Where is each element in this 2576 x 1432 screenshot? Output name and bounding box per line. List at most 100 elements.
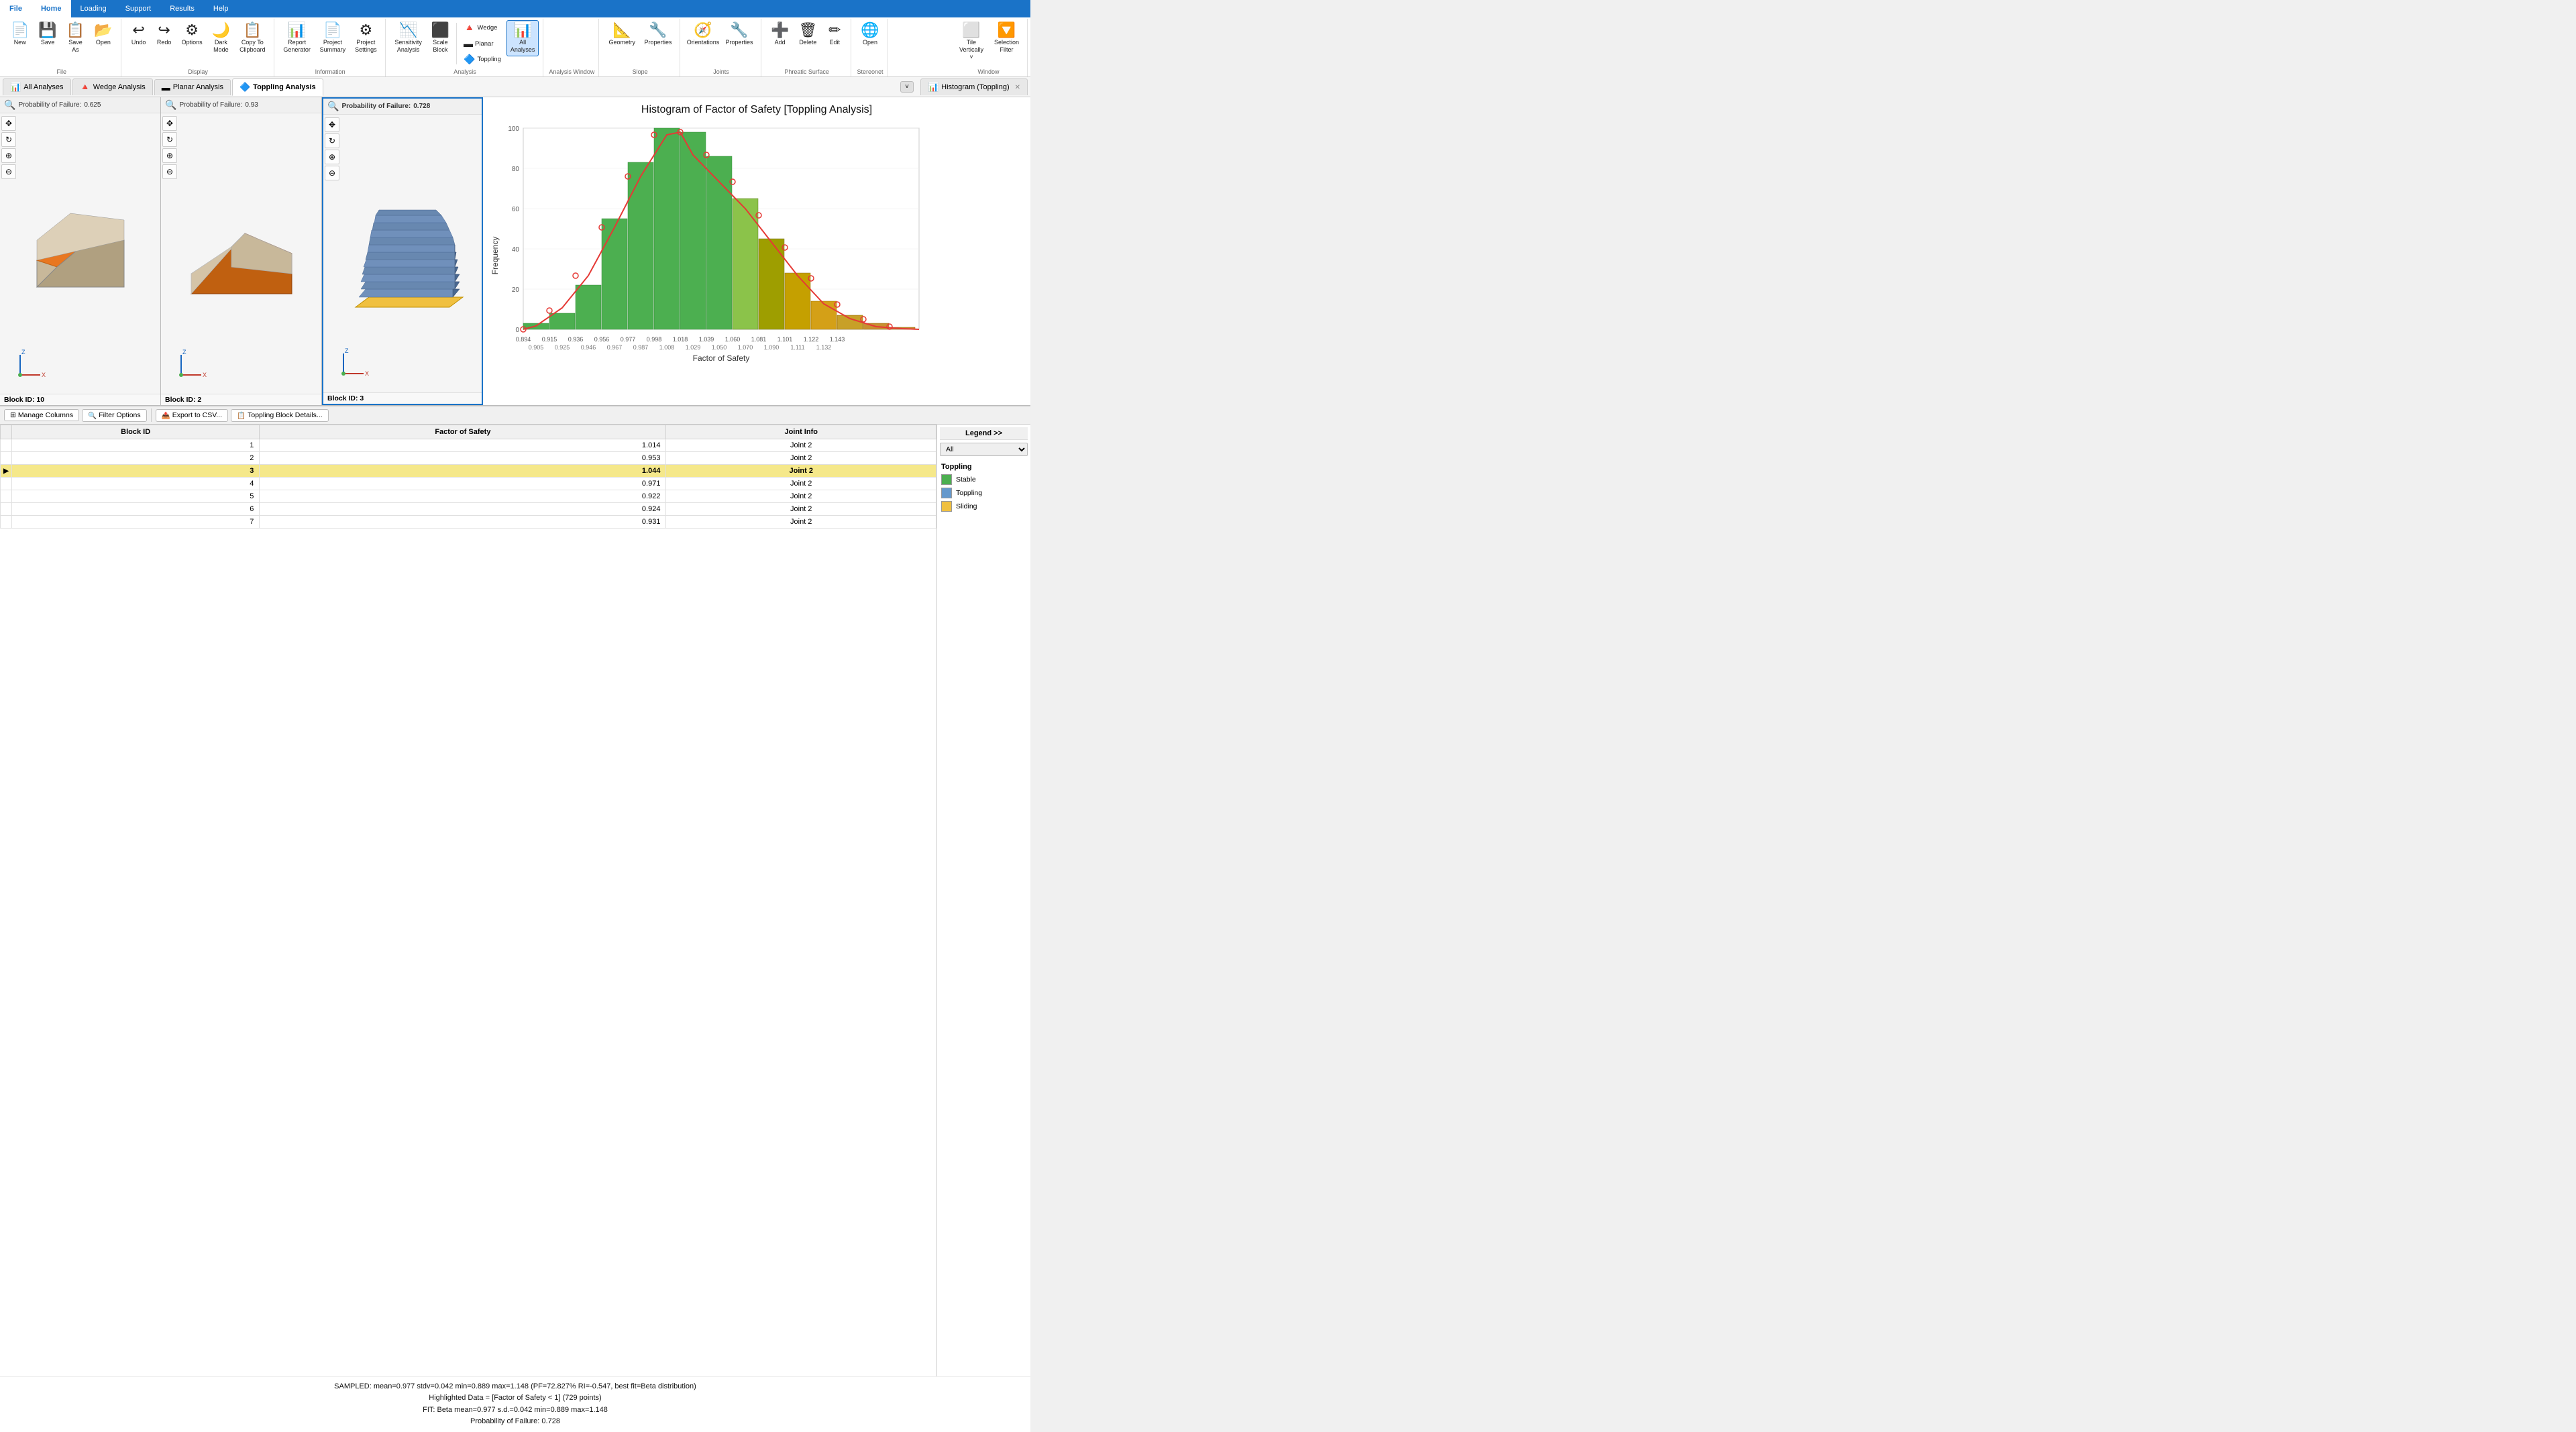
tab-home[interactable]: Home — [32, 0, 71, 17]
table-row[interactable]: ▶ 3 1.044 Joint 2 — [1, 465, 936, 478]
open-stereonet-button[interactable]: 🌐 Open — [857, 20, 883, 49]
tab-file[interactable]: File — [0, 0, 32, 17]
planar-button[interactable]: ▬ Planar — [460, 36, 505, 51]
data-table: Block ID Factor of Safety Joint Info 1 1… — [0, 425, 936, 529]
table-row[interactable]: 6 0.924 Joint 2 — [1, 503, 936, 516]
table-row[interactable]: 2 0.953 Joint 2 — [1, 452, 936, 465]
export-csv-button[interactable]: 📤 Export to CSV... — [156, 409, 228, 422]
ribbon-body: 📄 New 💾 Save 📋 SaveAs 📂 Open File — [0, 17, 1030, 76]
legend-header[interactable]: Legend >> — [940, 427, 1028, 440]
project-settings-label: ProjectSettings — [355, 39, 377, 54]
col-joint-info[interactable]: Joint Info — [666, 425, 936, 439]
table-row[interactable]: 5 0.922 Joint 2 — [1, 490, 936, 503]
delete-button[interactable]: 🗑 Delete — [794, 20, 821, 49]
orientations-label: Orientations — [687, 39, 720, 46]
add-button[interactable]: ➕ Add — [767, 20, 793, 49]
tab-loading[interactable]: Loading — [71, 0, 116, 17]
panel2-search-icon: 🔍 — [165, 99, 176, 111]
toppling-tab-label: Toppling Analysis — [253, 83, 316, 91]
window-group-label: Window — [977, 67, 999, 75]
edit-button[interactable]: ✏ Edit — [822, 20, 847, 49]
table-row[interactable]: 7 0.931 Joint 2 — [1, 516, 936, 529]
col-block-id[interactable]: Block ID — [12, 425, 260, 439]
stats-fit: FIT: Beta mean=0.977 s.d.=0.042 min=0.88… — [11, 1405, 1020, 1417]
svg-text:0.967: 0.967 — [607, 344, 623, 351]
wedge-button[interactable]: 🔺 Wedge — [460, 20, 505, 36]
cell-block-id: 5 — [12, 490, 260, 503]
project-settings-button[interactable]: ⚙ ProjectSettings — [351, 20, 381, 56]
tab-histogram[interactable]: 📊 Histogram (Toppling) ✕ — [920, 78, 1028, 95]
panel3-3d-view[interactable]: Z X — [323, 115, 482, 392]
add-icon: ➕ — [771, 23, 789, 38]
project-summary-button[interactable]: 📄 ProjectSummary — [316, 20, 350, 56]
selection-filter-button[interactable]: 🔽 SelectionFilter — [990, 20, 1023, 56]
svg-text:0: 0 — [515, 327, 519, 334]
histogram-tab-close[interactable]: ✕ — [1015, 84, 1020, 91]
legend-dropdown[interactable]: All — [940, 443, 1028, 456]
scale-block-button[interactable]: ⬛ ScaleBlock — [427, 20, 453, 56]
tile-vertically-button[interactable]: ⬜ TileVertically ˅ — [954, 20, 989, 63]
properties-joints-button[interactable]: 🔧 Properties — [722, 20, 757, 49]
panel3-zoom-out-tool[interactable]: ⊖ — [325, 166, 339, 180]
panel1-zoom-out-tool[interactable]: ⊖ — [1, 164, 16, 179]
panel2-prob-label: Probability of Failure: — [179, 101, 242, 109]
panel1-move-tool[interactable]: ✥ — [1, 116, 16, 131]
orientations-button[interactable]: 🧭 Orientations — [686, 20, 720, 49]
stereonet-group-label: Stereonet — [857, 67, 883, 75]
row-indicator — [1, 516, 12, 529]
tab-dropdown[interactable]: ˅ — [900, 81, 914, 93]
panel3-zoom-in-tool[interactable]: ⊕ — [325, 150, 339, 164]
geometry-button[interactable]: 📐 Geometry — [604, 20, 639, 49]
redo-button[interactable]: ↪ Redo — [152, 20, 176, 49]
panel2-rotate-tool[interactable]: ↻ — [162, 132, 177, 147]
table-row[interactable]: 1 1.014 Joint 2 — [1, 439, 936, 452]
svg-text:1.039: 1.039 — [699, 336, 714, 343]
svg-text:1.132: 1.132 — [816, 344, 832, 351]
new-button[interactable]: 📄 New — [7, 20, 33, 49]
cell-block-id: 6 — [12, 503, 260, 516]
tab-toppling-analysis[interactable]: 🔷 Toppling Analysis — [232, 78, 323, 96]
save-button[interactable]: 💾 Save — [34, 20, 60, 49]
filter-options-button[interactable]: 🔍 Filter Options — [82, 409, 147, 422]
panel1-3d-view[interactable]: Z X — [0, 113, 160, 394]
panel2-3d-view[interactable]: Z X — [161, 113, 321, 394]
panel2-move-tool[interactable]: ✥ — [162, 116, 177, 131]
panel1-axes-svg: Z X — [13, 348, 54, 382]
report-generator-button[interactable]: 📊 ReportGenerator — [280, 20, 315, 56]
data-table-wrap[interactable]: Block ID Factor of Safety Joint Info 1 1… — [0, 425, 936, 1376]
panel2-zoom-in-tool[interactable]: ⊕ — [162, 148, 177, 163]
svg-text:1.070: 1.070 — [738, 344, 753, 351]
tab-support[interactable]: Support — [116, 0, 161, 17]
properties-slope-button[interactable]: 🔧 Properties — [641, 20, 676, 49]
toppling-details-button[interactable]: 📋 Toppling Block Details... — [231, 409, 329, 422]
ribbon-group-display: ↩ Undo ↪ Redo ⚙ Options 🌙 DarkMode 📋 — [123, 19, 274, 76]
tab-results[interactable]: Results — [160, 0, 204, 17]
all-analyses-button[interactable]: 📊 AllAnalyses — [506, 20, 539, 56]
panel1-rotate-tool[interactable]: ↻ — [1, 132, 16, 147]
panel1-zoom-in-tool[interactable]: ⊕ — [1, 148, 16, 163]
tab-wedge-analysis[interactable]: 🔺 Wedge Analysis — [72, 78, 153, 95]
save-as-button[interactable]: 📋 SaveAs — [62, 20, 89, 56]
row-indicator — [1, 439, 12, 452]
tab-help[interactable]: Help — [204, 0, 238, 17]
table-row[interactable]: 4 0.971 Joint 2 — [1, 478, 936, 490]
svg-text:0.987: 0.987 — [633, 344, 649, 351]
panel3-move-tool[interactable]: ✥ — [325, 117, 339, 132]
panel2-zoom-out-tool[interactable]: ⊖ — [162, 164, 177, 179]
panel3-rotate-tool[interactable]: ↻ — [325, 133, 339, 148]
delete-label: Delete — [799, 39, 816, 46]
copy-clipboard-button[interactable]: 📋 Copy ToClipboard — [235, 20, 270, 56]
options-button[interactable]: ⚙ Options — [178, 20, 207, 49]
open-button[interactable]: 📂 Open — [90, 20, 116, 49]
properties-slope-icon: 🔧 — [649, 23, 667, 38]
tab-all-analyses[interactable]: 📊 All Analyses — [3, 78, 71, 95]
manage-columns-button[interactable]: ⊞ Manage Columns — [4, 409, 79, 421]
tab-planar-analysis[interactable]: ▬ Planar Analysis — [154, 79, 231, 95]
toppling-button[interactable]: 🔷 Toppling — [460, 52, 505, 67]
col-fos[interactable]: Factor of Safety — [260, 425, 666, 439]
sensitivity-icon: 📉 — [399, 23, 417, 38]
sensitivity-analysis-button[interactable]: 📉 SensitivityAnalysis — [391, 20, 426, 56]
svg-text:20: 20 — [512, 286, 520, 294]
undo-button[interactable]: ↩ Undo — [127, 20, 151, 49]
dark-mode-button[interactable]: 🌙 DarkMode — [208, 20, 234, 56]
